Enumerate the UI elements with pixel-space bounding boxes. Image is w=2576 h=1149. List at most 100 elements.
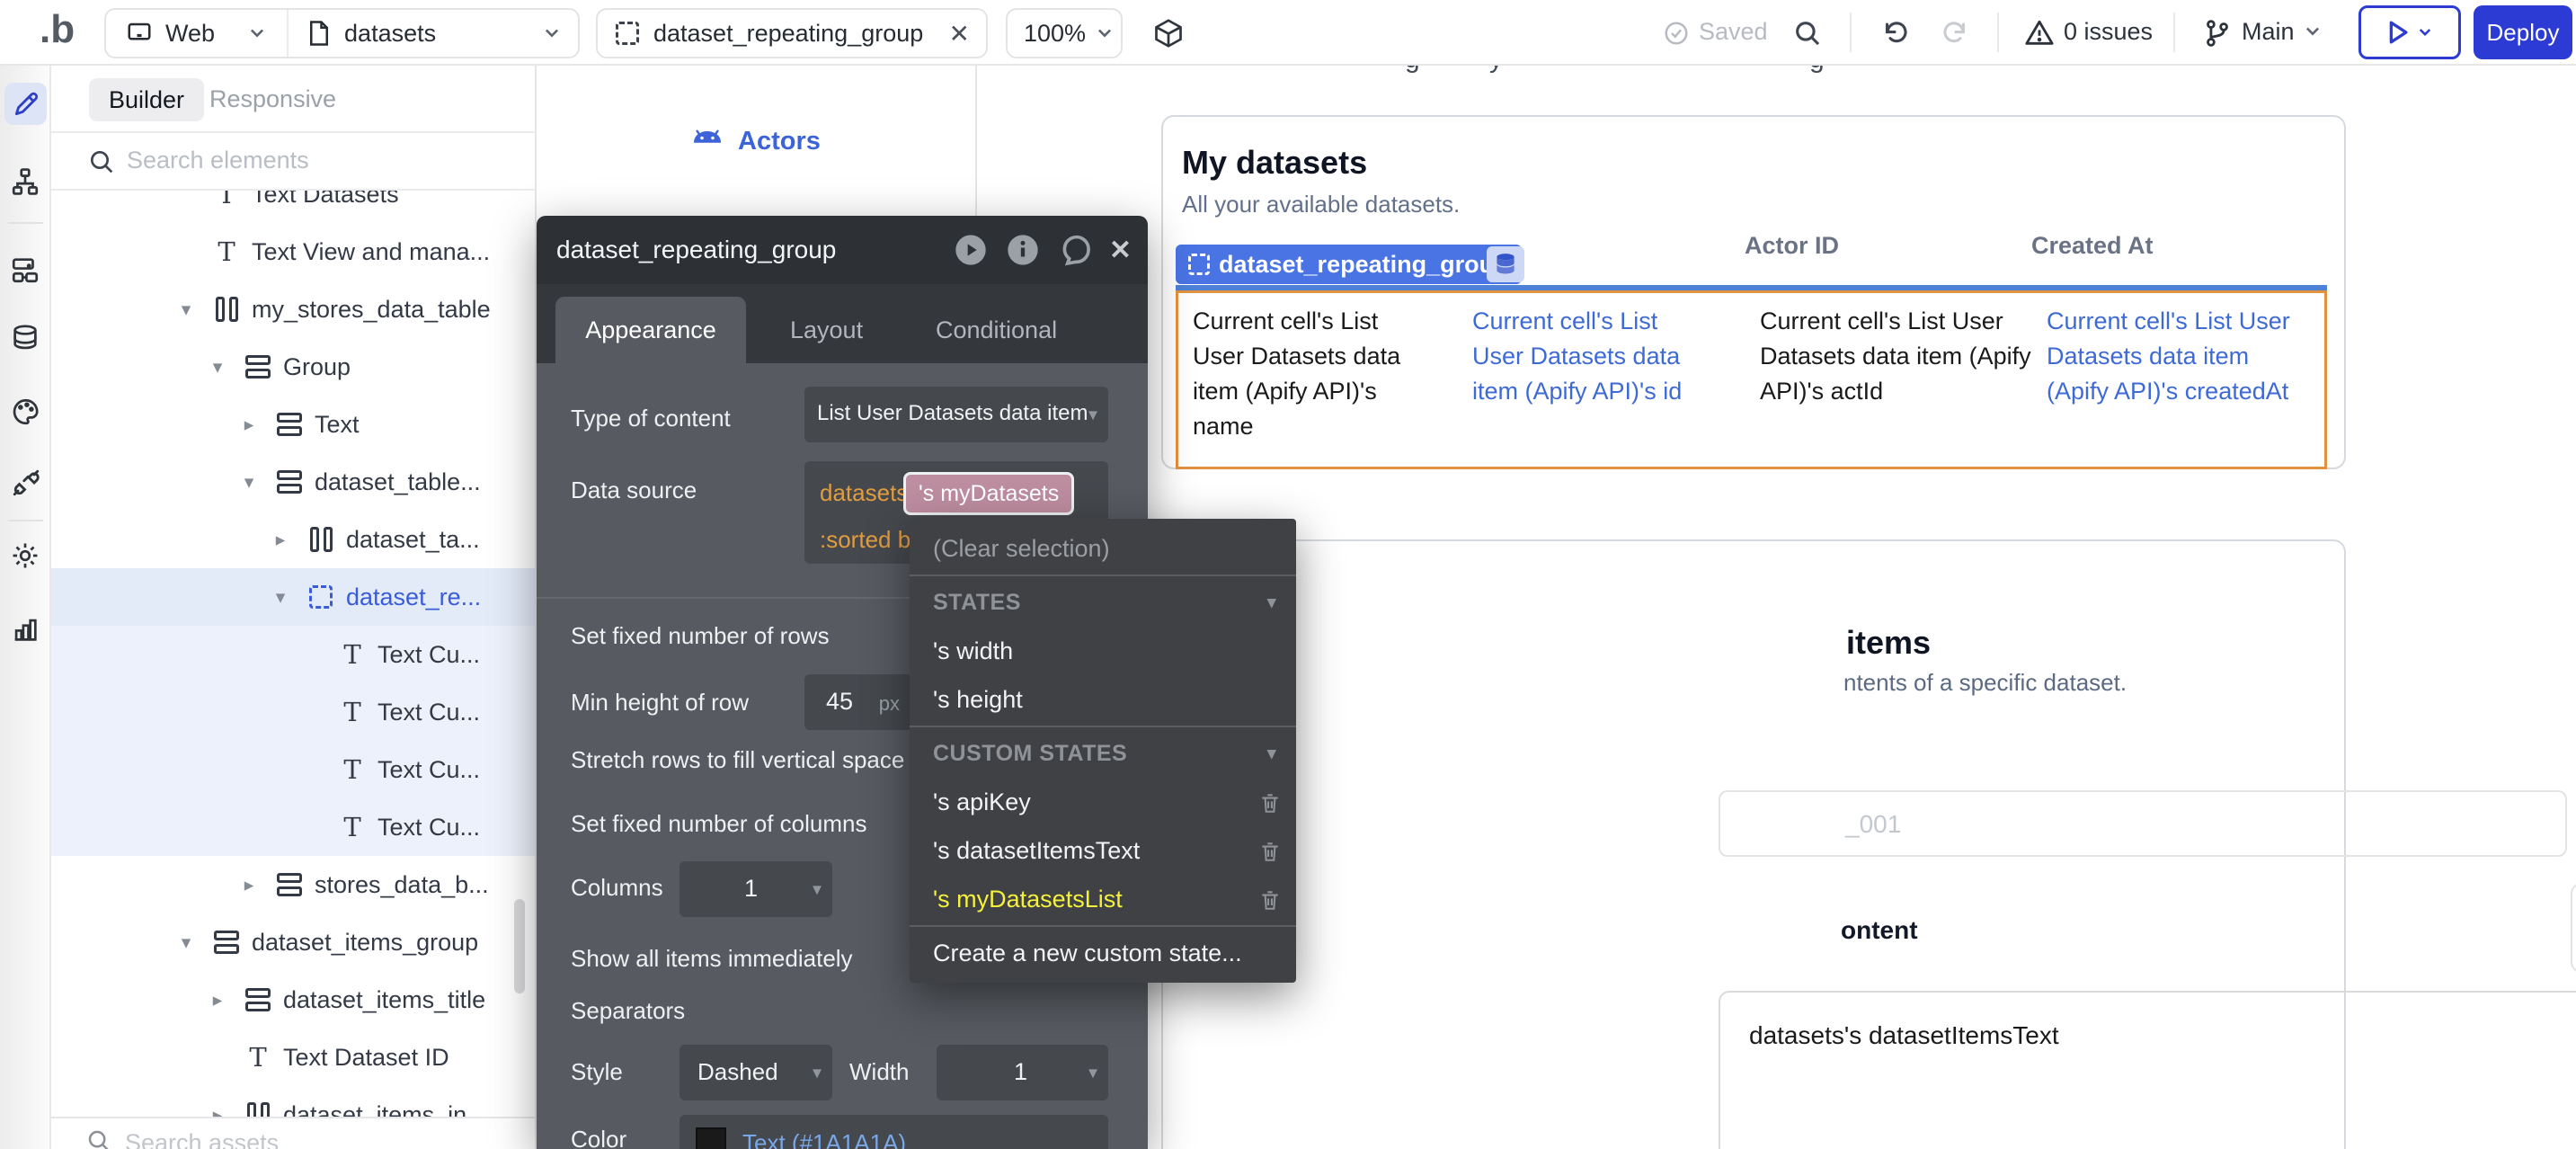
dropdown-item[interactable]: CUSTOM STATES ▾ [910, 729, 1296, 778]
tree-caret-icon[interactable]: ▸ [202, 1104, 233, 1118]
tree-item[interactable]: ▾ T my_stores_data_table [51, 281, 535, 338]
dropdown-item[interactable]: ▾ [910, 925, 1296, 927]
comment-icon[interactable] [1057, 232, 1093, 268]
info-icon[interactable] [1005, 232, 1041, 268]
tree-item[interactable]: ▸ T dataset_items_in... [51, 1086, 535, 1117]
dropdown-item[interactable]: 's myDatasetsList ▾ [910, 875, 1296, 923]
tree-item[interactable]: T Text View and mana... [51, 223, 535, 281]
search-icon[interactable] [1792, 18, 1823, 49]
type-of-content-dropdown[interactable]: List User Datasets data item ▾ [804, 387, 1108, 442]
run-icon[interactable] [953, 232, 989, 268]
min-height-input[interactable]: 45 px [804, 674, 912, 730]
tab-layout[interactable]: Layout [790, 316, 863, 344]
database-icon[interactable] [10, 323, 40, 355]
search-elements-bar[interactable]: Search elements [51, 133, 535, 191]
issues-count[interactable]: 0 issues [2064, 18, 2153, 46]
dropdown-item[interactable]: 's width ▾ [910, 627, 1296, 675]
dropdown-item[interactable]: STATES ▾ [910, 578, 1296, 627]
tree-item[interactable]: ▸ T dataset_items_title [51, 971, 535, 1029]
redo-icon[interactable] [1940, 18, 1972, 49]
trash-icon[interactable] [1258, 839, 1282, 864]
gear-icon[interactable] [10, 540, 40, 571]
tab-builder[interactable]: Builder [89, 78, 204, 121]
property-editor-header[interactable]: dataset_repeating_group ✕ [537, 216, 1148, 284]
tree-item[interactable]: ▾ T Group [51, 338, 535, 396]
tree-item[interactable]: T Text Cu... [51, 626, 535, 683]
dropdown-item[interactable]: 's apiKey ▾ [910, 778, 1296, 826]
table-cell[interactable]: Current cell's List User Datasets data i… [1472, 304, 1760, 467]
element-tab[interactable]: dataset_repeating_group ✕ [596, 8, 988, 58]
dropdown-item[interactable]: Create a new custom state... ▾ [910, 929, 1296, 977]
tree-caret-icon[interactable]: ▸ [202, 989, 233, 1011]
component-cube-icon[interactable] [1152, 17, 1185, 49]
tree-caret-icon[interactable]: ▾ [234, 471, 264, 494]
data-source-chip[interactable] [1487, 246, 1524, 282]
separator-color-picker[interactable]: Text (#1A1A1A) [680, 1115, 1108, 1149]
chevron-down-icon[interactable] [542, 27, 562, 40]
selected-element-badge[interactable]: dataset_repeating_group [1176, 245, 1522, 284]
expression-chip[interactable]: 's myDatasets [903, 472, 1074, 515]
tree-caret-icon[interactable]: ▸ [265, 529, 296, 551]
dropdown-item[interactable]: (Clear selection) ▾ [910, 524, 1296, 573]
tab-responsive[interactable]: Responsive [209, 85, 336, 113]
dataset-content-box[interactable]: datasets's datasetItemsText [1719, 991, 2576, 1149]
table-cell[interactable]: Current cell's List User Datasets data i… [1193, 304, 1472, 467]
repeating-group-selection[interactable]: Current cell's List User Datasets data i… [1176, 290, 2327, 469]
tree-item[interactable]: ▾ T dataset_items_group [51, 913, 535, 971]
table-cell[interactable]: Current cell's List User Datasets data i… [2047, 304, 2324, 467]
columns-dropdown[interactable]: 1 ▾ [680, 861, 832, 917]
dropdown-item[interactable]: ▾ [910, 574, 1296, 576]
tree-item[interactable]: T Text Cu... [51, 798, 535, 856]
page-label[interactable]: datasets [344, 20, 436, 48]
tree-caret-icon[interactable]: ▾ [171, 931, 201, 954]
dataset-id-input[interactable]: _001 [1719, 790, 2567, 857]
separator-style-dropdown[interactable]: Dashed ▾ [680, 1045, 832, 1100]
trash-icon[interactable] [1258, 887, 1282, 913]
tree-item[interactable]: T Text Dataset ID [51, 1029, 535, 1086]
tree-item[interactable]: ▾ T dataset_table... [51, 453, 535, 511]
mode-label[interactable]: Web [165, 20, 215, 48]
close-icon[interactable]: ✕ [949, 19, 970, 49]
tree-caret-icon[interactable]: ▸ [234, 414, 264, 436]
zoom-selector[interactable]: 100% [1006, 8, 1123, 58]
tree-item[interactable]: ▸ T dataset_ta... [51, 511, 535, 568]
plug-icon[interactable] [10, 467, 42, 499]
tree-caret-icon[interactable]: ▾ [202, 356, 233, 379]
tree-item[interactable]: T Text Datasets [51, 191, 535, 223]
undo-icon[interactable] [1879, 18, 1911, 49]
dropdown-item[interactable]: ▾ [910, 726, 1296, 727]
tree-item[interactable]: ▸ T Text [51, 396, 535, 453]
tab-appearance[interactable]: Appearance [555, 297, 746, 363]
sidebar-item-design[interactable] [4, 83, 47, 125]
chevron-down-icon[interactable]: ▾ [1267, 744, 1276, 764]
dropdown-item[interactable]: 's height ▾ [910, 675, 1296, 724]
components-icon[interactable] [10, 254, 40, 285]
deploy-button[interactable]: Deploy [2474, 5, 2572, 59]
tree-caret-icon[interactable]: ▸ [234, 874, 264, 896]
palette-icon[interactable] [10, 396, 41, 427]
tree-item[interactable]: ▸ T stores_data_b... [51, 856, 535, 913]
tree-caret-icon[interactable]: ▾ [265, 586, 296, 609]
search-assets-bar[interactable]: Search assets [51, 1117, 535, 1149]
sitemap-icon[interactable] [10, 166, 40, 197]
bar-chart-icon[interactable] [10, 614, 40, 645]
tree-caret-icon[interactable]: ▾ [171, 298, 201, 321]
chevron-down-icon[interactable]: ▾ [1267, 592, 1276, 613]
chevron-down-icon[interactable] [247, 27, 267, 40]
tree-item[interactable]: T Text Cu... [51, 683, 535, 741]
close-icon[interactable]: ✕ [1109, 235, 1132, 266]
branch-name[interactable]: Main [2242, 18, 2295, 46]
bubble-logo[interactable]: .b [40, 7, 75, 52]
preview-button[interactable] [2358, 5, 2461, 59]
tab-conditional[interactable]: Conditional [936, 316, 1057, 344]
trash-icon[interactable] [1258, 790, 1282, 815]
separator-width-dropdown[interactable]: 1 ▾ [937, 1045, 1108, 1100]
tree-item[interactable]: ▾ T dataset_re... [51, 568, 535, 626]
table-cell[interactable]: Current cell's List User Datasets data i… [1760, 304, 2047, 467]
tree-item[interactable]: T Text Cu... [51, 741, 535, 798]
tree-scrollbar[interactable] [514, 899, 525, 993]
chevron-down-icon[interactable] [2303, 25, 2323, 38]
actors-nav-item[interactable]: Actors [691, 127, 821, 156]
dropdown-item[interactable]: 's datasetItemsText ▾ [910, 826, 1296, 875]
download-csv-button[interactable]: Download as CSV [2571, 883, 2576, 973]
